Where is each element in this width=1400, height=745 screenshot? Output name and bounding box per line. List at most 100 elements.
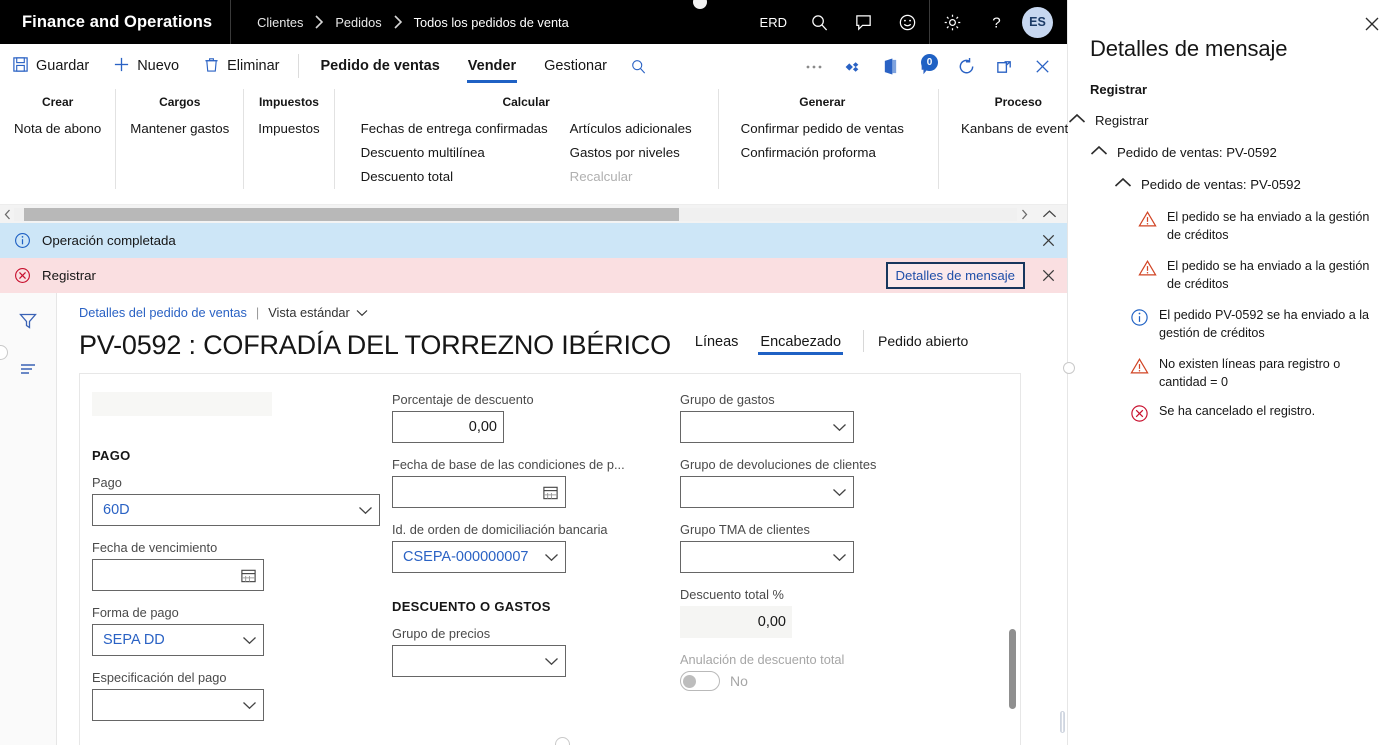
search-icon[interactable]	[797, 0, 841, 44]
page-body: Detalles del pedido de ventas | Vista es…	[0, 293, 1067, 745]
ribbon-horizontal-scrollbar[interactable]	[0, 204, 1067, 223]
tab-pedido-de-ventas[interactable]: Pedido de ventas	[307, 44, 454, 89]
page-tabs: Líneas Encabezado Pedido abierto	[687, 330, 968, 356]
ribbon-item-kanbans-de-evento[interactable]: Kanbans de evento	[961, 119, 1076, 138]
error-circle-icon	[1130, 403, 1149, 428]
tab-gestionar[interactable]: Gestionar	[530, 44, 621, 89]
smiley-icon[interactable]	[885, 0, 929, 44]
ribbon-item-fechas-de-entrega-confirmadas[interactable]: Fechas de entrega confirmadas	[361, 119, 548, 138]
tree-node-pedido-de-ventas-2[interactable]: Pedido de ventas: PV-0592	[1068, 176, 1400, 193]
porcentaje-descuento-input[interactable]: 0,00	[392, 411, 504, 443]
tab-lineas[interactable]: Líneas	[687, 332, 747, 355]
field-label: Grupo TMA de clientes	[680, 522, 810, 537]
field-pago: Pago 60D	[92, 475, 380, 526]
office-app-icon[interactable]	[873, 50, 907, 84]
ribbon-group-generar: Generar Confirmar pedido de ventas Confi…	[719, 89, 939, 189]
calendar-icon[interactable]	[240, 567, 257, 584]
ribbon-item-impuestos[interactable]: Impuestos	[258, 119, 319, 138]
scrollbar-track[interactable]	[14, 207, 1017, 221]
lines-icon[interactable]	[13, 355, 43, 383]
ribbon-group-title: Generar	[799, 95, 846, 109]
grupo-de-precios-lookup[interactable]	[392, 645, 566, 677]
ribbon-item-nota-de-abono[interactable]: Nota de abono	[14, 119, 101, 138]
avatar[interactable]: ES	[1022, 6, 1053, 38]
ribbon-item-descuento-total[interactable]: Descuento total	[361, 167, 548, 186]
field-descuento-total-pct: Descuento total % 0,00	[680, 587, 792, 638]
calendar-icon[interactable]	[542, 484, 559, 501]
id-orden-domiciliacion-lookup[interactable]: CSEPA-000000007	[392, 541, 566, 573]
fecha-base-dateinput[interactable]	[392, 476, 566, 508]
error-circle-icon	[14, 267, 36, 284]
power-automate-icon[interactable]	[835, 50, 869, 84]
close-page-icon[interactable]	[1025, 50, 1059, 84]
collapse-ribbon-icon[interactable]	[1031, 209, 1067, 219]
field-label: Descuento total %	[680, 587, 784, 602]
message-details-link[interactable]: Detalles de mensaje	[885, 262, 1025, 289]
tree-node-pedido-de-ventas-1[interactable]: Pedido de ventas: PV-0592	[1068, 144, 1400, 161]
bottom-expand-handle[interactable]	[555, 737, 570, 745]
close-icon[interactable]	[1358, 10, 1386, 38]
filter-icon[interactable]	[13, 307, 43, 335]
panel-resize-handle[interactable]	[1063, 362, 1075, 374]
ribbon-item-confirmacion-proforma[interactable]: Confirmación proforma	[741, 143, 904, 162]
ribbon-command-groups: Crear Nota de abono Cargos Mantener gast…	[0, 89, 1076, 204]
chevron-down-icon	[832, 553, 847, 562]
ribbon-search-icon[interactable]	[621, 49, 655, 83]
action-pane-right-tools: 0	[797, 44, 1059, 89]
pago-lookup[interactable]: 60D	[92, 494, 380, 526]
toggle-knob	[683, 674, 696, 688]
form-caption-link[interactable]: Detalles del pedido de ventas	[79, 305, 247, 320]
scroll-right-arrow-icon[interactable]	[1017, 205, 1031, 224]
company-selector[interactable]: ERD	[750, 0, 797, 44]
panel-splitter-handle[interactable]	[1060, 711, 1065, 733]
open-in-new-window-icon[interactable]	[987, 50, 1021, 84]
grupo-de-gastos-lookup[interactable]	[680, 411, 854, 443]
breadcrumb-item-todos-los-pedidos[interactable]: Todos los pedidos de venta	[406, 15, 577, 30]
chevron-right-icon	[313, 14, 325, 30]
chevron-up-icon[interactable]	[1068, 112, 1086, 124]
especificacion-del-pago-lookup[interactable]	[92, 689, 264, 721]
tree-node-registrar[interactable]: Registrar	[1068, 112, 1400, 129]
form-vertical-scrollbar-thumb[interactable]	[1009, 629, 1016, 709]
new-button[interactable]: Nuevo	[101, 44, 191, 89]
fecha-vencimiento-dateinput[interactable]	[92, 559, 264, 591]
grupo-tma-lookup[interactable]	[680, 541, 854, 573]
save-button[interactable]: Guardar	[0, 44, 101, 89]
breadcrumb-item-clientes[interactable]: Clientes	[249, 15, 311, 30]
refresh-icon[interactable]	[949, 50, 983, 84]
scroll-left-arrow-icon[interactable]	[0, 205, 14, 224]
close-icon[interactable]	[1040, 258, 1057, 293]
settings-icon[interactable]	[930, 0, 974, 44]
scrollbar-thumb[interactable]	[24, 207, 679, 221]
help-icon[interactable]: ?	[974, 0, 1018, 44]
field-label: Porcentaje de descuento	[392, 392, 534, 407]
tab-vender[interactable]: Vender	[454, 44, 530, 89]
forma-de-pago-lookup[interactable]: SEPA DD	[92, 624, 264, 656]
field-grupo-tma-de-clientes: Grupo TMA de clientes	[680, 522, 854, 573]
application-window: Finance and Operations Clientes Pedidos …	[0, 0, 1400, 745]
field-anulacion-de-descuento-total: Anulación de descuento total No	[680, 652, 968, 691]
grupo-devoluciones-lookup[interactable]	[680, 476, 854, 508]
save-label: Guardar	[36, 58, 90, 74]
view-selector[interactable]: Vista estándar	[268, 305, 368, 320]
rail-collapse-handle[interactable]	[0, 345, 8, 360]
ribbon-item-descuento-multilinea[interactable]: Descuento multilínea	[361, 143, 548, 162]
ribbon-item-gastos-por-niveles[interactable]: Gastos por niveles	[570, 143, 692, 162]
chevron-up-icon[interactable]	[1090, 144, 1108, 156]
delete-button[interactable]: Eliminar	[191, 44, 291, 89]
notifications-button[interactable]: 0	[911, 50, 945, 84]
feedback-icon[interactable]	[841, 0, 885, 44]
more-options-icon[interactable]	[797, 50, 831, 84]
trash-icon	[203, 56, 220, 77]
ribbon-item-articulos-adicionales[interactable]: Artículos adicionales	[570, 119, 692, 138]
section-header-descuento-o-gastos: DESCUENTO O GASTOS	[392, 599, 551, 614]
new-label: Nuevo	[137, 58, 180, 74]
ribbon-item-mantener-gastos[interactable]: Mantener gastos	[130, 119, 229, 138]
close-icon[interactable]	[1040, 223, 1057, 258]
form-column-groups: Grupo de gastos Grupo de devoluciones de…	[668, 386, 968, 745]
ribbon-item-confirmar-pedido-de-ventas[interactable]: Confirmar pedido de ventas	[741, 119, 904, 138]
chevron-up-icon[interactable]	[1114, 176, 1132, 188]
tab-encabezado[interactable]: Encabezado	[752, 332, 849, 355]
field-value: 0,00	[468, 419, 497, 435]
breadcrumb-item-pedidos[interactable]: Pedidos	[327, 15, 389, 30]
